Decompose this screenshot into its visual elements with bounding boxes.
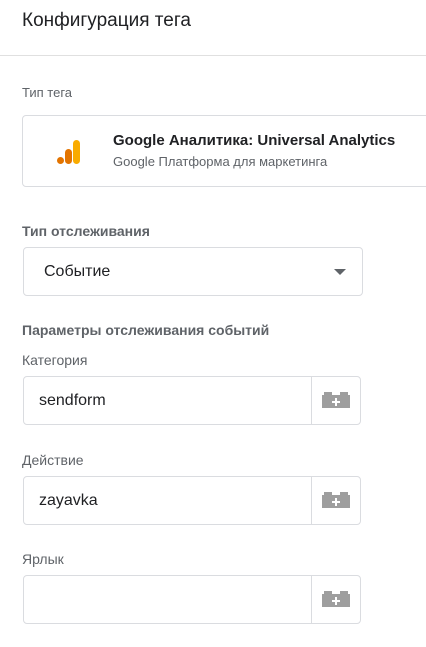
category-label: Категория xyxy=(22,352,88,368)
category-input[interactable] xyxy=(24,377,311,424)
header: Конфигурация тега xyxy=(0,0,426,56)
tag-type-label: Тип тега xyxy=(22,85,73,100)
event-params-heading: Параметры отслеживания событий xyxy=(22,322,270,338)
variable-picker-icon xyxy=(322,392,350,408)
tag-type-name: Google Аналитика: Universal Analytics xyxy=(113,132,396,149)
action-variable-button[interactable] xyxy=(311,477,360,524)
action-field xyxy=(23,476,361,525)
action-input[interactable] xyxy=(24,477,311,524)
label-variable-button[interactable] xyxy=(311,576,360,623)
category-variable-button[interactable] xyxy=(311,377,360,424)
track-type-value: Событие xyxy=(44,263,111,280)
track-type-label: Тип отслеживания xyxy=(22,223,150,239)
track-type-select[interactable]: Событие xyxy=(23,247,363,296)
variable-picker-icon xyxy=(322,492,350,508)
label-field xyxy=(23,575,361,624)
action-label: Действие xyxy=(22,452,84,468)
tag-type-subtitle: Google Платформа для маркетинга xyxy=(113,154,328,169)
label-field-label: Ярлык xyxy=(22,551,64,567)
page-title: Конфигурация тега xyxy=(22,10,191,31)
tag-type-card[interactable]: Google Аналитика: Universal Analytics Go… xyxy=(22,115,426,187)
label-input[interactable] xyxy=(24,576,311,623)
category-field xyxy=(23,376,361,425)
variable-picker-icon xyxy=(322,591,350,607)
dropdown-arrow-icon xyxy=(334,269,346,275)
google-analytics-icon xyxy=(57,140,80,164)
